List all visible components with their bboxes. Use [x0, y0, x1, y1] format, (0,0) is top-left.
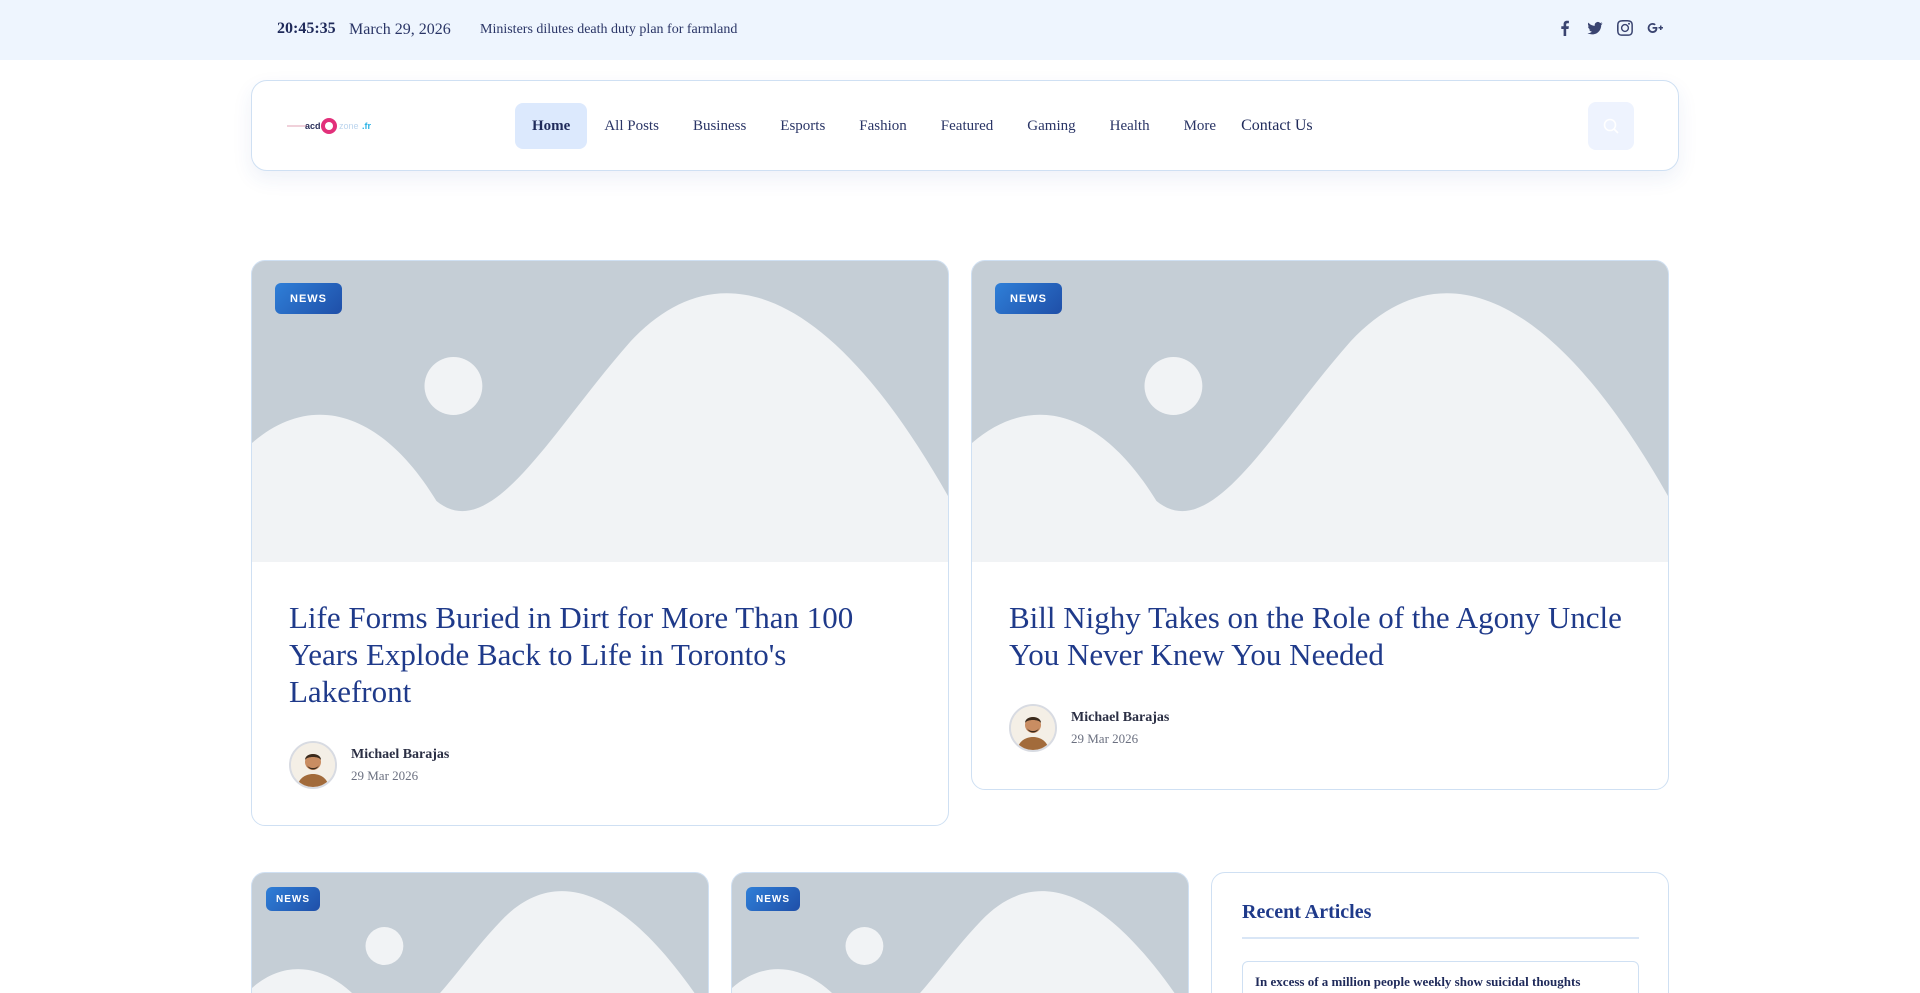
image-placeholder-icon: [732, 873, 1188, 993]
top-bar: 20:45:35 March 29, 2026 Ministers dilute…: [0, 0, 1920, 60]
instagram-icon[interactable]: [1616, 18, 1634, 38]
publish-date: 29 Mar 2026: [1071, 730, 1139, 746]
recent-articles-widget: Recent Articles In excess of a million p…: [1211, 872, 1669, 993]
article-image-placeholder[interactable]: NEWS: [252, 261, 948, 562]
publish-date: 29 Mar 2026: [351, 767, 419, 783]
ticker-headline[interactable]: Ministers dilutes death duty plan for fa…: [480, 22, 737, 38]
nav-item-home[interactable]: Home: [515, 103, 588, 149]
search-icon: [1603, 118, 1619, 134]
google-plus-icon[interactable]: [1646, 18, 1664, 38]
svg-text:.fr: .fr: [362, 121, 371, 131]
widget-title: Recent Articles: [1242, 901, 1372, 923]
category-badge[interactable]: NEWS: [995, 283, 1062, 314]
avatar[interactable]: [289, 741, 337, 789]
nav-menu: Home All Posts Business Esports Fashion …: [515, 103, 1321, 149]
nav-item-featured[interactable]: Featured: [924, 103, 1010, 149]
image-placeholder-icon: [252, 873, 708, 993]
twitter-icon[interactable]: [1586, 18, 1604, 38]
nav-item-fashion[interactable]: Fashion: [842, 103, 924, 149]
author-name[interactable]: Michael Barajas: [1071, 710, 1169, 726]
article-author: Michael Barajas 29 Mar 2026: [1009, 704, 1169, 752]
clock: 20:45:35: [277, 20, 336, 37]
main-navigation: acd zone .fr Home All Posts Business Esp…: [251, 80, 1679, 171]
article-author: Michael Barajas 29 Mar 2026: [289, 741, 449, 789]
divider: [1242, 937, 1639, 939]
article-image-placeholder[interactable]: NEWS: [252, 873, 708, 993]
nav-item-more[interactable]: More: [1167, 103, 1234, 149]
category-badge[interactable]: NEWS: [266, 887, 320, 911]
nav-item-health[interactable]: Health: [1093, 103, 1167, 149]
article-image-placeholder[interactable]: NEWS: [972, 261, 1668, 562]
facebook-icon[interactable]: [1556, 18, 1574, 38]
image-placeholder-icon: [972, 261, 1668, 562]
article-image-placeholder[interactable]: NEWS: [732, 873, 1188, 993]
featured-article-card[interactable]: NEWS Bill Nighy Takes on the Role of the…: [971, 260, 1669, 790]
image-placeholder-icon: [252, 261, 948, 562]
nav-item-contact-us[interactable]: Contact Us: [1233, 103, 1321, 149]
category-badge[interactable]: NEWS: [746, 887, 800, 911]
current-date: March 29, 2026: [349, 21, 451, 38]
nav-item-esports[interactable]: Esports: [763, 103, 842, 149]
recent-article-link[interactable]: In excess of a million people weekly sho…: [1242, 961, 1639, 993]
svg-text:acd: acd: [305, 121, 321, 131]
article-card[interactable]: NEWS: [251, 872, 709, 993]
nav-item-all-posts[interactable]: All Posts: [587, 103, 676, 149]
nav-item-gaming[interactable]: Gaming: [1010, 103, 1092, 149]
category-badge[interactable]: NEWS: [275, 283, 342, 314]
nav-item-business[interactable]: Business: [676, 103, 763, 149]
article-title[interactable]: Bill Nighy Takes on the Role of the Agon…: [1009, 599, 1629, 673]
article-card[interactable]: NEWS: [731, 872, 1189, 993]
search-button[interactable]: [1588, 102, 1634, 150]
featured-article-card[interactable]: NEWS Life Forms Buried in Dirt for More …: [251, 260, 949, 826]
avatar[interactable]: [1009, 704, 1057, 752]
article-title[interactable]: Life Forms Buried in Dirt for More Than …: [289, 599, 909, 710]
site-logo[interactable]: acd zone .fr: [287, 114, 389, 138]
social-links: [1556, 18, 1664, 38]
author-name[interactable]: Michael Barajas: [351, 747, 449, 763]
svg-text:zone: zone: [339, 121, 359, 131]
